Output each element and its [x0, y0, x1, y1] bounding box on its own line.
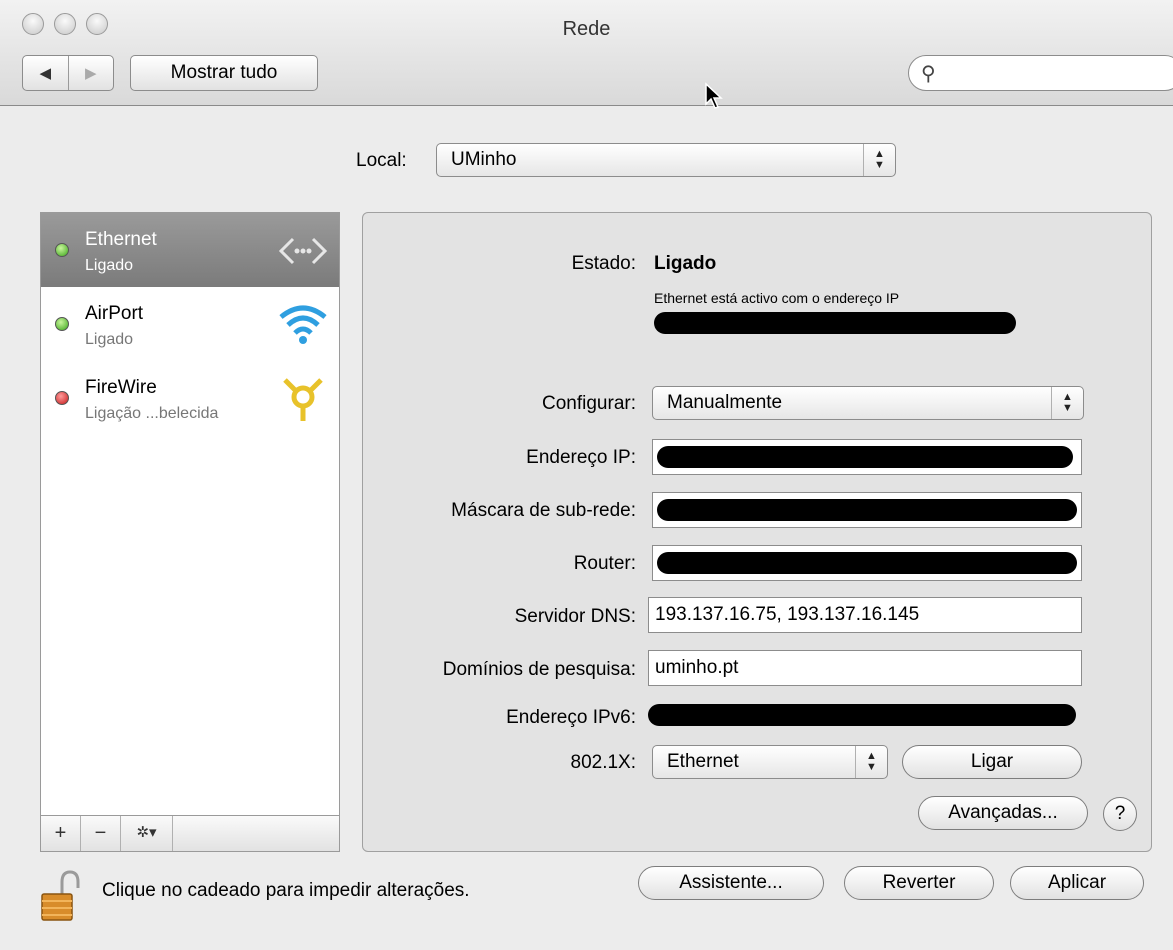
add-service-button[interactable]: + — [41, 816, 81, 851]
dot1x-popup[interactable]: Ethernet ▲ ▼ — [652, 745, 888, 779]
status-dot-green — [55, 317, 69, 331]
status-dot-green — [55, 243, 69, 257]
mouse-cursor-icon — [705, 82, 723, 109]
ip-field[interactable] — [652, 439, 1082, 475]
popup-arrows-icon: ▲ ▼ — [855, 746, 887, 778]
service-item-ethernet[interactable]: Ethernet Ligado — [41, 213, 339, 287]
show-all-button[interactable]: Mostrar tudo — [130, 55, 318, 91]
advanced-button[interactable]: Avançadas... — [918, 796, 1088, 830]
configure-label: Configurar: — [542, 393, 636, 414]
lock-icon[interactable] — [40, 870, 80, 922]
window-title: Rede — [562, 18, 611, 40]
assistant-button[interactable]: Assistente... — [638, 866, 824, 900]
status-label: Estado: — [571, 253, 636, 274]
search-domains-label: Domínios de pesquisa: — [442, 659, 636, 680]
window-titlebar: Rede ◀ ▶ Mostrar tudo ⚲ — [0, 0, 1173, 106]
configure-popup[interactable]: Manualmente ▲ ▼ — [652, 386, 1084, 420]
status-value: Ligado — [654, 253, 717, 274]
help-button[interactable]: ? — [1103, 797, 1137, 831]
service-name: AirPort — [85, 303, 144, 324]
wifi-icon — [279, 305, 327, 344]
popup-arrows-icon: ▲ ▼ — [1051, 387, 1083, 419]
redacted-ipv6 — [648, 704, 1076, 726]
router-field[interactable] — [652, 545, 1082, 581]
search-domains-field[interactable]: uminho.pt — [648, 650, 1082, 686]
location-value: UMinho — [451, 149, 517, 170]
popup-arrows-icon: ▲ ▼ — [863, 144, 895, 176]
search-field[interactable]: ⚲ — [908, 55, 1173, 91]
apply-button[interactable]: Aplicar — [1010, 866, 1144, 900]
ethernet-icon — [278, 237, 328, 265]
back-button[interactable]: ◀ — [23, 56, 68, 90]
redacted-value — [657, 446, 1073, 468]
connect-button[interactable]: Ligar — [902, 745, 1082, 779]
dns-label: Servidor DNS: — [514, 606, 636, 627]
ip-label: Endereço IP: — [526, 447, 636, 468]
subnet-field[interactable] — [652, 492, 1082, 528]
dot1x-value: Ethernet — [667, 751, 739, 772]
dns-field[interactable]: 193.137.16.75, 193.137.16.145 — [648, 597, 1082, 633]
service-item-firewire[interactable]: FireWire Ligação ...belecida — [41, 361, 339, 435]
service-item-airport[interactable]: AirPort Ligado — [41, 287, 339, 361]
search-icon: ⚲ — [921, 63, 936, 85]
gear-icon[interactable]: ✲▾ — [121, 816, 173, 851]
redacted-value — [657, 499, 1077, 521]
revert-button[interactable]: Reverter — [844, 866, 994, 900]
status-note: Ethernet está activo com o endereço IP — [654, 290, 900, 306]
router-label: Router: — [573, 553, 636, 574]
dot1x-label: 802.1X: — [570, 752, 637, 773]
location-popup[interactable]: UMinho ▲ ▼ — [436, 143, 896, 177]
remove-service-button[interactable]: − — [81, 816, 121, 851]
redacted-value — [657, 552, 1077, 574]
forward-button[interactable]: ▶ — [67, 56, 114, 90]
service-list: Ethernet Ligado AirPort Ligado FireWire … — [40, 212, 340, 852]
nav-buttons: ◀ ▶ — [22, 55, 114, 91]
service-name: Ethernet — [85, 229, 157, 250]
location-label: Local: — [356, 150, 407, 171]
service-status: Ligado — [85, 257, 134, 274]
redacted-ip — [654, 312, 1016, 334]
service-list-toolbar: + − ✲▾ — [41, 815, 339, 851]
service-name: FireWire — [85, 377, 157, 398]
configure-value: Manualmente — [667, 392, 783, 413]
service-status: Ligação ...belecida — [85, 405, 219, 422]
firewire-icon — [283, 378, 323, 421]
service-status: Ligado — [85, 331, 134, 348]
status-dot-red — [55, 391, 69, 405]
lock-instruction: Clique no cadeado para impedir alteraçõe… — [102, 880, 470, 901]
search-input[interactable] — [945, 62, 1165, 84]
ipv6-label: Endereço IPv6: — [506, 707, 636, 728]
subnet-label: Máscara de sub-rede: — [451, 500, 636, 521]
